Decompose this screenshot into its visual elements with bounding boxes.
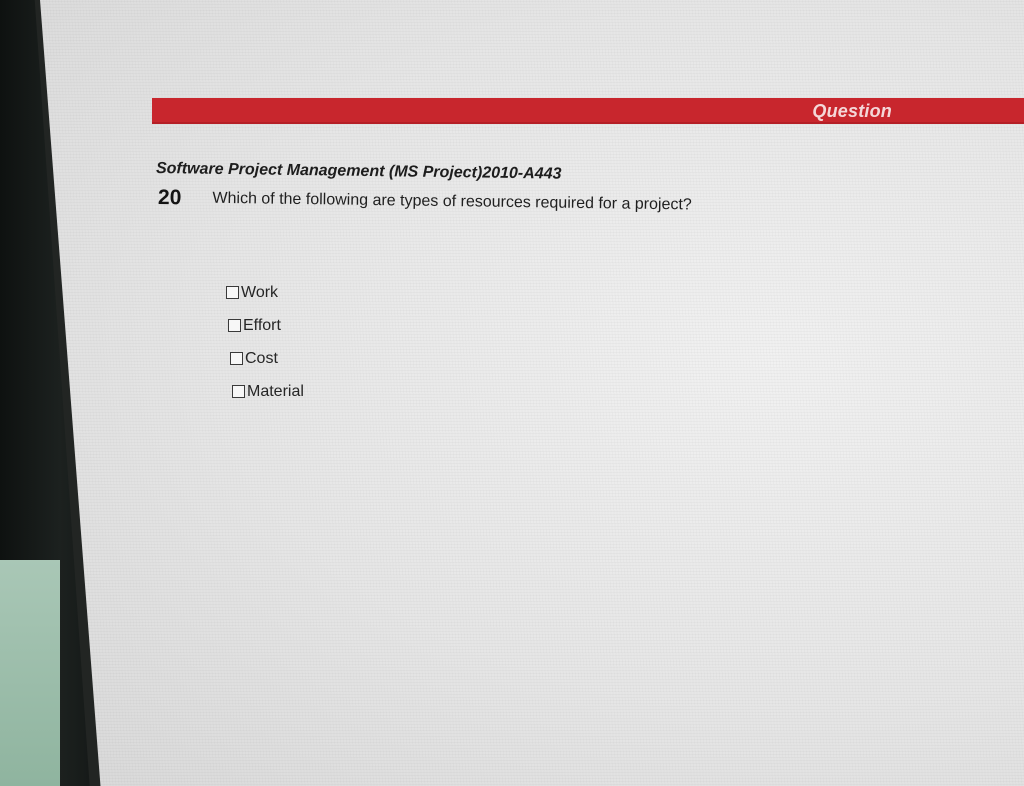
- question-row: 20 Which of the following are types of r…: [158, 186, 692, 217]
- question-number: 20: [157, 186, 182, 210]
- answer-options: Work Effort Cost Material: [226, 276, 304, 408]
- photo-frame: Question Software Project Management (MS…: [0, 0, 1024, 786]
- option-work[interactable]: Work: [226, 276, 304, 309]
- desk-background: [0, 560, 60, 786]
- option-label-material: Material: [247, 382, 304, 400]
- page-content: Question Software Project Management (MS…: [40, 0, 1024, 786]
- checkbox-material[interactable]: [232, 385, 245, 398]
- question-header-bar: Question: [152, 98, 1024, 124]
- option-label-work: Work: [241, 283, 279, 301]
- option-material[interactable]: Material: [232, 375, 304, 408]
- checkbox-work[interactable]: [226, 286, 239, 299]
- monitor-screen: Question Software Project Management (MS…: [40, 0, 1024, 786]
- option-cost[interactable]: Cost: [230, 342, 304, 375]
- course-title: Software Project Management (MS Project)…: [155, 160, 562, 183]
- checkbox-cost[interactable]: [230, 352, 243, 365]
- header-title: Question: [812, 101, 892, 121]
- option-effort[interactable]: Effort: [228, 309, 304, 342]
- option-label-effort: Effort: [243, 316, 281, 334]
- checkbox-effort[interactable]: [228, 319, 241, 332]
- question-text: Which of the following are types of reso…: [212, 189, 692, 214]
- option-label-cost: Cost: [245, 349, 278, 367]
